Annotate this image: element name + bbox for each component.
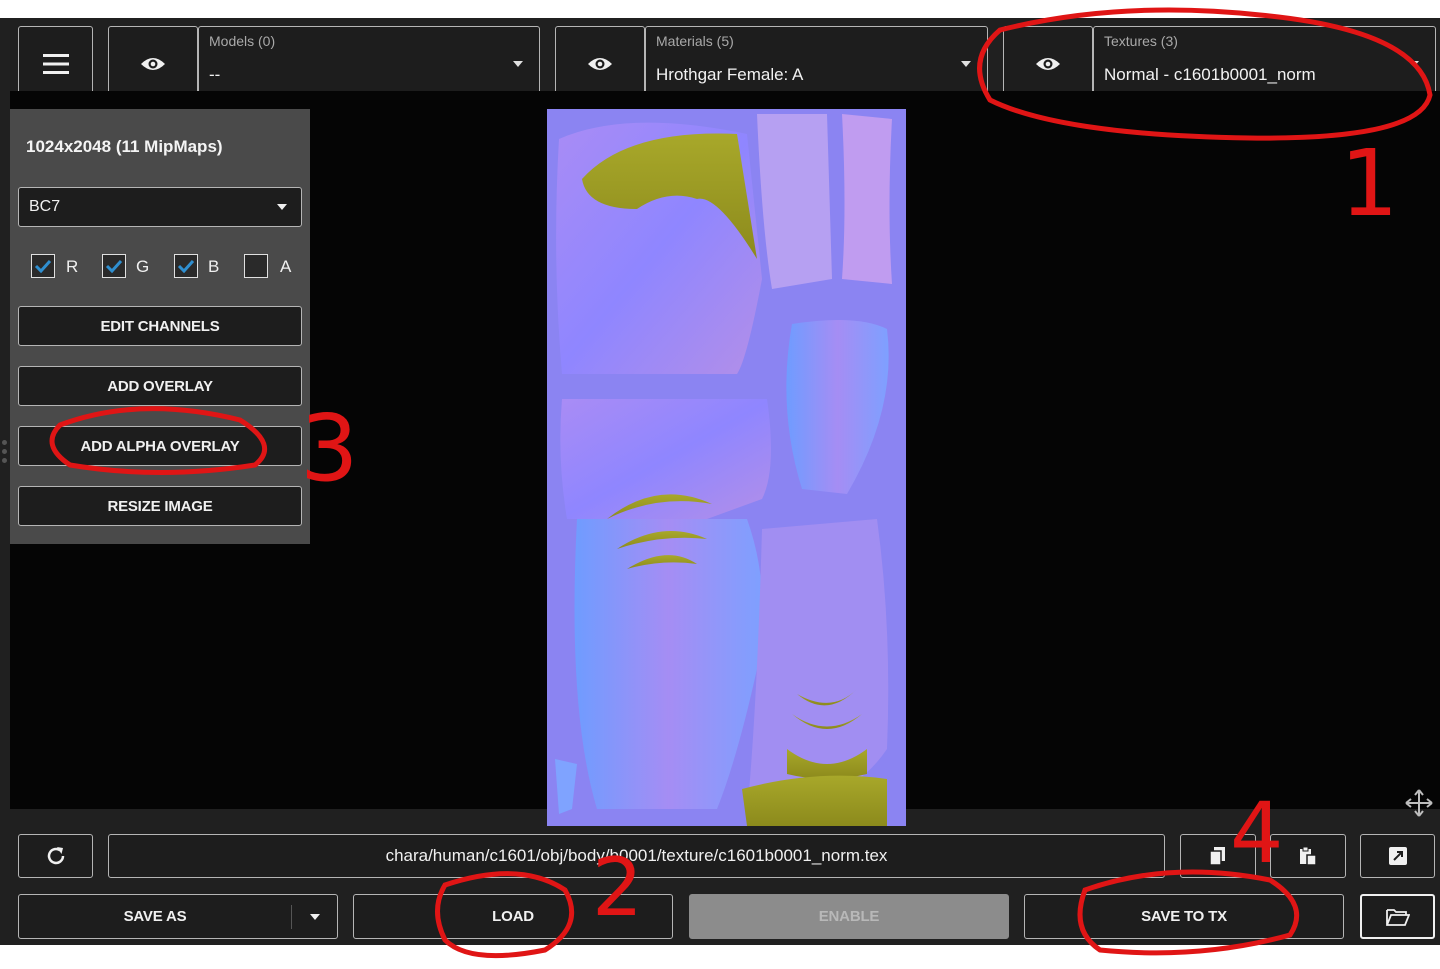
textures-visibility-button[interactable] [1003,26,1093,101]
materials-value: Hrothgar Female: A [656,65,804,84]
texture-dimensions: 1024x2048 (11 MipMaps) [26,137,223,156]
copy-icon [1209,847,1225,866]
save-as-label: SAVE AS [123,908,187,925]
hamburger-icon [42,53,69,74]
chevron-down-icon [961,61,971,67]
format-value: BC7 [29,198,61,215]
save-as-button[interactable]: SAVE AS [18,894,338,939]
load-button[interactable]: LOAD [353,894,673,939]
folder-open-icon [1385,908,1410,926]
channel-r-label: R [66,257,79,276]
channel-g-checkbox[interactable] [102,254,126,278]
paste-icon [1300,846,1317,866]
texture-tools-panel: 1024x2048 (11 MipMaps) BC7 R G B A EDIT … [10,109,310,544]
chevron-down-icon [1409,61,1419,67]
open-folder-button[interactable] [1360,894,1435,939]
eye-icon [1036,57,1060,70]
chevron-down-icon [277,204,287,210]
copy-path-button[interactable] [1180,834,1256,878]
move-icon[interactable] [1404,788,1434,818]
textures-value: Normal - c1601b0001_norm [1104,65,1316,84]
textures-select[interactable]: Textures (3) Normal - c1601b0001_norm [1093,26,1436,101]
eye-icon [141,57,165,70]
textures-caption: Textures (3) [1104,33,1178,49]
channel-r-checkbox[interactable] [31,254,55,278]
materials-visibility-button[interactable] [555,26,645,101]
format-select[interactable]: BC7 [18,187,302,227]
edit-channels-button[interactable]: EDIT CHANNELS [18,306,302,346]
paste-path-button[interactable] [1270,834,1346,878]
refresh-icon [47,847,64,865]
add-alpha-overlay-button[interactable]: ADD ALPHA OVERLAY [18,426,302,466]
panel-drag-handle[interactable] [2,440,8,468]
channel-a-label: A [280,257,292,276]
channel-b-checkbox[interactable] [174,254,198,278]
open-external-button[interactable] [1360,834,1435,878]
texture-preview [547,109,906,826]
materials-select[interactable]: Materials (5) Hrothgar Female: A [645,26,988,101]
refresh-button[interactable] [18,834,93,878]
models-select[interactable]: Models (0) -- [198,26,540,101]
chevron-down-icon [513,61,523,67]
add-overlay-button[interactable]: ADD OVERLAY [18,366,302,406]
eye-icon [588,57,612,70]
models-caption: Models (0) [209,33,276,49]
channel-a-checkbox[interactable] [244,254,268,278]
save-to-tx-button[interactable]: SAVE TO TX [1024,894,1344,939]
models-value: -- [209,65,221,84]
channel-g-label: G [136,257,150,276]
enable-button[interactable]: ENABLE [689,894,1009,939]
chevron-down-icon[interactable] [310,914,320,920]
texture-path-field[interactable]: chara/human/c1601/obj/body/b0001/texture… [108,834,1165,878]
normal-map-image [555,114,892,826]
menu-button[interactable] [18,26,93,101]
resize-image-button[interactable]: RESIZE IMAGE [18,486,302,526]
channel-b-label: B [208,257,220,276]
open-external-icon [1388,847,1407,865]
checkmark-icon [105,259,123,273]
materials-caption: Materials (5) [656,33,734,49]
save-as-divider [291,905,292,929]
checkmark-icon [34,259,52,273]
checkmark-icon [177,259,195,273]
models-visibility-button[interactable] [108,26,198,101]
